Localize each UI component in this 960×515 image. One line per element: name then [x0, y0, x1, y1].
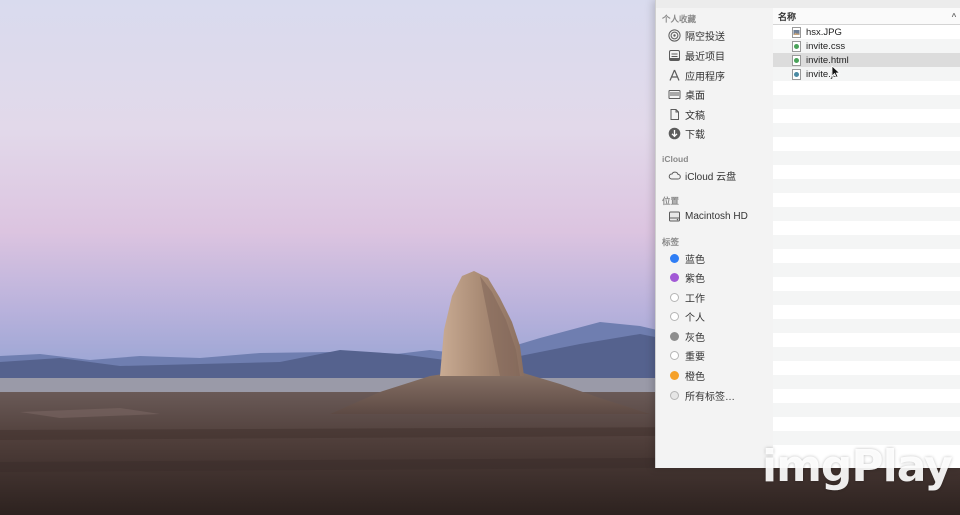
empty-row	[773, 291, 960, 305]
css-file-icon	[792, 40, 801, 52]
sidebar-tag-important[interactable]: 重要	[668, 346, 770, 364]
sidebar-item-recents[interactable]: 最近项目	[668, 46, 770, 64]
sidebar-item-documents[interactable]: 文稿	[668, 105, 770, 123]
empty-row	[773, 403, 960, 417]
imgplay-watermark: imgPlay	[762, 441, 953, 492]
empty-row	[773, 305, 960, 319]
empty-row	[773, 375, 960, 389]
empty-row	[773, 221, 960, 235]
sidebar-item-label: iCloud 云盘	[685, 171, 737, 183]
sidebar-item-label: 应用程序	[685, 71, 725, 83]
sidebar-tag-orange[interactable]: 橙色	[668, 366, 770, 384]
sidebar-item-macintosh-hd[interactable]: Macintosh HD	[668, 207, 770, 225]
sidebar-item-label: 最近项目	[685, 51, 725, 63]
file-row[interactable]: hsx.JPG	[773, 25, 960, 39]
finder-sidebar: 个人收藏 隔空投送 最近项目 应用程序 桌面 文稿 下载 iCloud iClo…	[656, 8, 774, 468]
airdrop-icon	[668, 28, 681, 42]
file-name: invite.js	[806, 68, 838, 80]
tag-all-dot-icon	[670, 390, 679, 400]
sidebar-item-label: 橙色	[685, 371, 705, 383]
empty-row	[773, 151, 960, 165]
sidebar-item-label: 下载	[685, 129, 705, 141]
sidebar-item-label: 隔空投送	[685, 31, 725, 43]
empty-row	[773, 81, 960, 95]
sidebar-heading-favorites: 个人收藏	[662, 14, 697, 24]
empty-row	[773, 263, 960, 277]
sidebar-item-airdrop[interactable]: 隔空投送	[668, 26, 770, 44]
sidebar-tag-blue[interactable]: 蓝色	[668, 249, 770, 267]
sidebar-tag-gray[interactable]: 灰色	[668, 327, 770, 345]
file-row[interactable]: invite.css	[773, 39, 960, 53]
documents-icon	[668, 108, 681, 121]
file-row[interactable]: invite.js	[773, 67, 960, 81]
sidebar-heading-tags: 标签	[662, 237, 680, 247]
sort-ascending-icon[interactable]: ^	[947, 12, 960, 21]
sidebar-heading-icloud: iCloud	[662, 154, 689, 164]
file-name: invite.html	[806, 54, 849, 66]
empty-row	[773, 123, 960, 137]
column-header-name[interactable]: 名称	[773, 10, 947, 23]
sidebar-tag-personal[interactable]: 个人	[668, 307, 770, 325]
empty-row	[773, 193, 960, 207]
sidebar-heading-locations: 位置	[662, 196, 680, 206]
empty-row	[773, 95, 960, 109]
empty-row	[773, 333, 960, 347]
tag-orange-dot-icon	[670, 370, 679, 380]
tag-empty-dot-icon	[670, 292, 679, 302]
sidebar-item-label: 紫色	[685, 273, 705, 285]
file-name: invite.css	[806, 40, 846, 52]
applications-icon	[668, 69, 681, 82]
cloud-icon	[668, 169, 681, 182]
sidebar-item-label: 重要	[685, 351, 705, 363]
tag-empty-dot-icon	[670, 350, 679, 360]
empty-row	[773, 249, 960, 263]
sidebar-item-icloud-drive[interactable]: iCloud 云盘	[668, 166, 770, 184]
sidebar-item-applications[interactable]: 应用程序	[668, 66, 770, 84]
sidebar-item-label: 灰色	[685, 332, 705, 344]
recents-icon	[668, 49, 681, 62]
file-list: 名称 ^ hsx.JPG invite.css invite.html invi…	[773, 8, 960, 468]
sidebar-tag-purple[interactable]: 紫色	[668, 268, 770, 286]
empty-row	[773, 417, 960, 431]
sidebar-item-desktop[interactable]: 桌面	[668, 85, 770, 103]
empty-row	[773, 347, 960, 361]
empty-row	[773, 277, 960, 291]
tag-blue-dot-icon	[670, 253, 679, 263]
empty-row	[773, 137, 960, 151]
sidebar-tag-work[interactable]: 工作	[668, 288, 770, 306]
sidebar-item-label: 工作	[685, 293, 705, 305]
empty-row	[773, 361, 960, 375]
sidebar-item-label: 所有标签…	[685, 391, 735, 403]
tag-purple-dot-icon	[670, 272, 679, 282]
empty-row	[773, 109, 960, 123]
sidebar-item-label: 桌面	[685, 90, 705, 102]
js-file-icon	[792, 68, 801, 80]
disk-icon	[668, 210, 681, 223]
html-file-icon	[792, 54, 801, 66]
desktop-icon	[668, 88, 681, 101]
sidebar-item-label: 蓝色	[685, 254, 705, 266]
empty-row	[773, 207, 960, 221]
empty-row	[773, 235, 960, 249]
empty-row	[773, 389, 960, 403]
downloads-icon	[668, 127, 681, 140]
empty-row	[773, 319, 960, 333]
sidebar-item-label: 文稿	[685, 110, 705, 122]
empty-row	[773, 165, 960, 179]
image-file-icon	[792, 26, 801, 38]
tag-gray-dot-icon	[670, 331, 679, 341]
sidebar-item-label: Macintosh HD	[685, 210, 748, 222]
sidebar-tag-all-tags[interactable]: 所有标签…	[668, 386, 770, 404]
finder-window: 个人收藏 隔空投送 最近项目 应用程序 桌面 文稿 下载 iCloud iClo…	[655, 0, 960, 468]
tag-empty-dot-icon	[670, 311, 679, 321]
list-header: 名称 ^	[773, 8, 960, 25]
sidebar-item-downloads[interactable]: 下载	[668, 124, 770, 142]
file-name: hsx.JPG	[806, 26, 842, 38]
file-rows: hsx.JPG invite.css invite.html invite.js	[773, 25, 960, 468]
sidebar-item-label: 个人	[685, 312, 705, 324]
empty-row	[773, 179, 960, 193]
file-row-selected[interactable]: invite.html	[773, 53, 960, 67]
